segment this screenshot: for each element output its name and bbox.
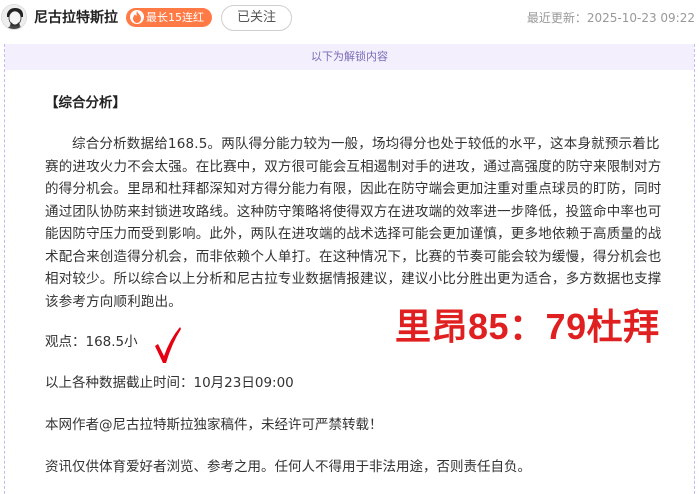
score-prediction: 里昂85：79杜拜 <box>395 306 660 347</box>
follow-button[interactable]: 已关注 <box>221 5 292 31</box>
last-updated: 最近更新：2025-10-23 09:22 <box>527 10 695 26</box>
data-cutoff-text: 以上各种数据截止时间：10月23日09:00 <box>45 375 294 391</box>
author-header: 尼古拉特斯拉 最长15连红 已关注 最近更新：2025-10-23 09:22 <box>0 0 699 40</box>
author-avatar[interactable] <box>1 4 27 30</box>
fire-icon <box>130 10 144 24</box>
section-title: 【综合分析】 <box>45 95 126 111</box>
author-name[interactable]: 尼古拉特斯拉 <box>34 9 118 27</box>
disclaimer-text: 资讯仅供体育爱好者浏览、参考之用。任何人不得用于非法用途，否则责任自负。 <box>45 459 531 475</box>
copyright-notice: 本网作者@尼古拉特斯拉独家稿件，未经许可严禁转载！ <box>45 417 383 433</box>
streak-badge-label: 最长15连红 <box>146 11 204 24</box>
unlock-banner: 以下为解锁内容 <box>5 44 694 70</box>
avatar-portrait-icon <box>2 5 26 29</box>
streak-badge: 最长15连红 <box>126 8 212 27</box>
analysis-paragraph: 综合分析数据给168.5。两队得分能力较为一般，场均得分也处于较低的水平，这本身… <box>45 136 662 310</box>
checkmark-icon <box>152 325 182 369</box>
last-updated-label: 最近更新： <box>526 11 587 25</box>
article-page: 尼古拉特斯拉 最长15连红 已关注 最近更新：2025-10-23 09:22 … <box>0 0 699 494</box>
last-updated-value: 2025-10-23 09:22 <box>586 11 695 25</box>
